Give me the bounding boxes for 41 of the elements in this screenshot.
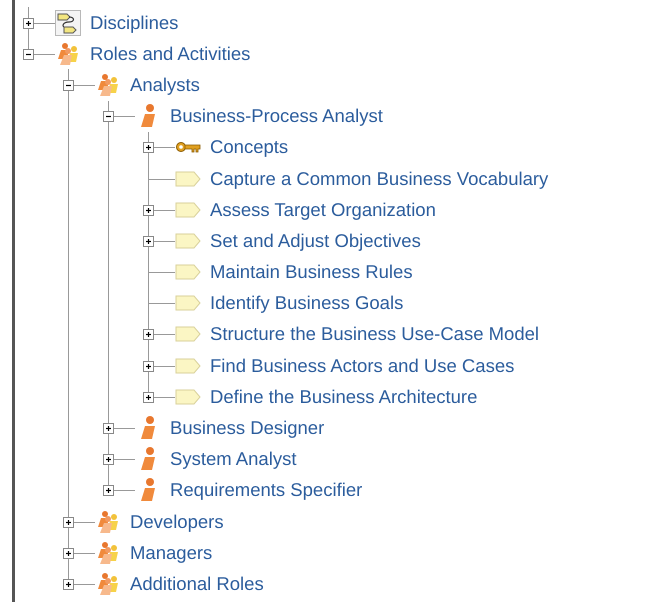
expand-toggle[interactable] xyxy=(143,329,154,340)
tree-item[interactable]: Set and Adjust Objectives xyxy=(210,230,421,252)
tree-item[interactable]: Define the Business Architecture xyxy=(210,386,478,408)
tree-item[interactable]: Disciplines xyxy=(90,12,178,34)
expand-toggle[interactable] xyxy=(63,516,74,528)
expand-toggle[interactable] xyxy=(143,392,154,403)
tree-item[interactable]: Business-Process Analyst xyxy=(170,105,383,128)
expand-toggle[interactable] xyxy=(143,142,154,154)
expand-toggle[interactable] xyxy=(63,548,74,559)
tree-item[interactable]: Maintain Business Rules xyxy=(210,261,413,284)
tree-item[interactable]: Additional Roles xyxy=(130,572,264,595)
tree-item[interactable]: Analysts xyxy=(130,74,200,96)
tree-item[interactable]: Developers xyxy=(130,510,224,533)
people-icon xyxy=(95,508,121,535)
tree-item[interactable]: Managers xyxy=(130,542,212,564)
tree-item[interactable]: Capture a Common Business Vocabulary xyxy=(210,168,548,190)
tree-item[interactable]: Structure the Business Use-Case Model xyxy=(210,323,540,346)
tree-item[interactable]: Business Designer xyxy=(170,417,324,440)
expand-toggle[interactable] xyxy=(63,578,74,590)
people-icon xyxy=(95,72,121,98)
tree-item[interactable]: Concepts xyxy=(210,136,288,158)
expand-toggle[interactable] xyxy=(143,204,154,216)
people-icon xyxy=(55,40,81,67)
expand-toggle[interactable] xyxy=(143,360,154,372)
tags-icon xyxy=(55,10,81,36)
collapse-toggle[interactable] xyxy=(103,111,114,122)
tree-item[interactable]: System Analyst xyxy=(170,448,296,470)
tree-item[interactable]: Assess Target Organization xyxy=(210,198,436,221)
expand-toggle[interactable] xyxy=(103,454,114,466)
people-icon xyxy=(95,570,121,597)
tree-item[interactable]: Requirements Specifier xyxy=(170,479,362,502)
expand-toggle[interactable] xyxy=(143,236,154,247)
tree-item[interactable]: Identify Business Goals xyxy=(210,292,404,314)
expand-toggle[interactable] xyxy=(103,423,114,434)
tree-item[interactable]: Find Business Actors and Use Cases xyxy=(210,354,514,377)
expand-toggle[interactable] xyxy=(103,485,114,496)
tree-item[interactable]: Roles and Activities xyxy=(90,42,250,65)
collapse-toggle[interactable] xyxy=(23,48,34,60)
collapse-toggle[interactable] xyxy=(63,80,74,91)
people-icon xyxy=(95,540,121,566)
expand-toggle[interactable] xyxy=(23,18,34,29)
